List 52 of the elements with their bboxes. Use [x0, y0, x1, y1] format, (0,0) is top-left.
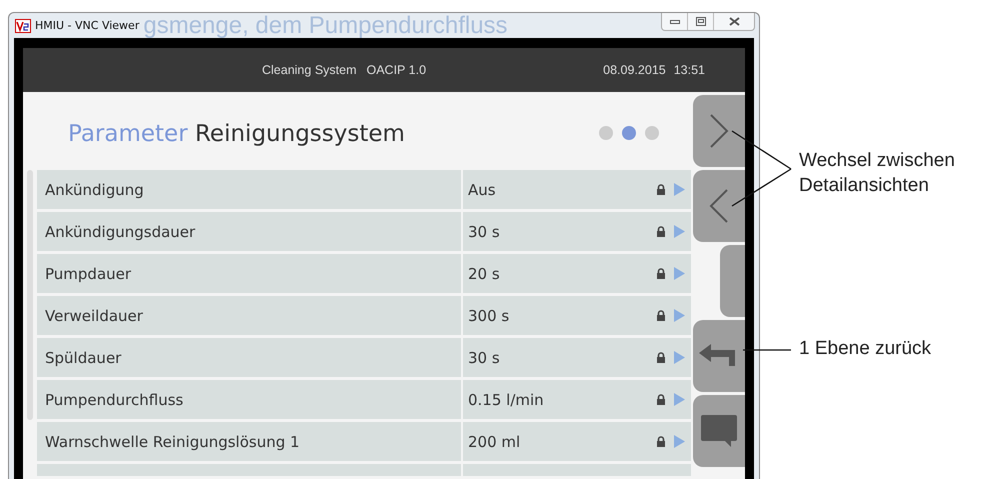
background-text: gsmenge, dem Pumpendurchfluss: [143, 13, 508, 38]
leader-line: [743, 349, 791, 351]
back-button[interactable]: [693, 320, 745, 392]
leader-line: [732, 130, 792, 170]
value-text: 20 s: [468, 264, 501, 282]
message-button[interactable]: [693, 395, 745, 467]
previous-view-button[interactable]: [693, 170, 745, 242]
speech-bubble-icon: [701, 415, 737, 447]
parameter-name[interactable]: Ankündigung: [37, 170, 461, 209]
version-label: OACIP 1.0: [366, 63, 426, 77]
value-text: 30 s: [468, 348, 501, 366]
app-logo-icon: [15, 18, 31, 32]
parameter-value[interactable]: 20 s: [463, 254, 691, 293]
parameter-name[interactable]: Verweildauer: [37, 296, 461, 335]
window-title: HMIU - VNC Viewer: [35, 19, 140, 32]
system-name: Cleaning System: [262, 63, 356, 77]
chevron-right-icon: [709, 113, 729, 149]
annotation-text: Wechsel zwischen Detailansichten: [799, 149, 956, 198]
minimize-icon: [670, 18, 680, 24]
value-text: 0.15 l/min: [468, 390, 545, 408]
parameter-value[interactable]: Aus: [463, 170, 691, 209]
parameter-value[interactable]: 30 s: [463, 338, 691, 377]
play-arrow-icon: [674, 267, 685, 280]
value-text: 200 ml: [468, 432, 522, 450]
play-arrow-icon: [674, 351, 685, 364]
parameter-name[interactable]: Pumpdauer: [37, 254, 461, 293]
leader-line: [732, 168, 792, 207]
value-text: 30 s: [468, 222, 501, 240]
play-arrow-icon: [674, 309, 685, 322]
next-view-button[interactable]: [693, 95, 745, 167]
maximize-icon: [696, 17, 706, 26]
play-arrow-icon: [674, 393, 685, 406]
play-arrow-icon: [674, 183, 685, 196]
annotation-text: 1 Ebene zurück: [799, 337, 932, 361]
parameter-name[interactable]: Ankündigungsdauer: [37, 212, 461, 251]
parameter-name[interactable]: Spüldauer: [37, 338, 461, 377]
time-label: 13:51: [674, 63, 705, 77]
side-button[interactable]: [720, 245, 745, 317]
close-icon: [728, 17, 740, 26]
play-arrow-icon: [674, 225, 685, 238]
date-label: 08.09.2015: [603, 63, 666, 77]
parameter-name[interactable]: Warnschwelle Reinigungslösung 1: [37, 422, 461, 461]
parameter-value[interactable]: 300 s: [463, 296, 691, 335]
parameter-value[interactable]: 30 s: [463, 212, 691, 251]
value-text: 300 s: [468, 306, 510, 324]
play-arrow-icon: [674, 435, 685, 448]
parameter-value[interactable]: 0.15 l/min: [463, 380, 691, 419]
parameter-name[interactable]: Pumpendurchfluss: [37, 380, 461, 419]
chevron-left-icon: [709, 188, 729, 224]
page-title: Parameter Reinigungssystem: [68, 121, 405, 147]
parameter-value[interactable]: 200 ml: [463, 422, 691, 461]
value-text: Aus: [468, 180, 497, 198]
